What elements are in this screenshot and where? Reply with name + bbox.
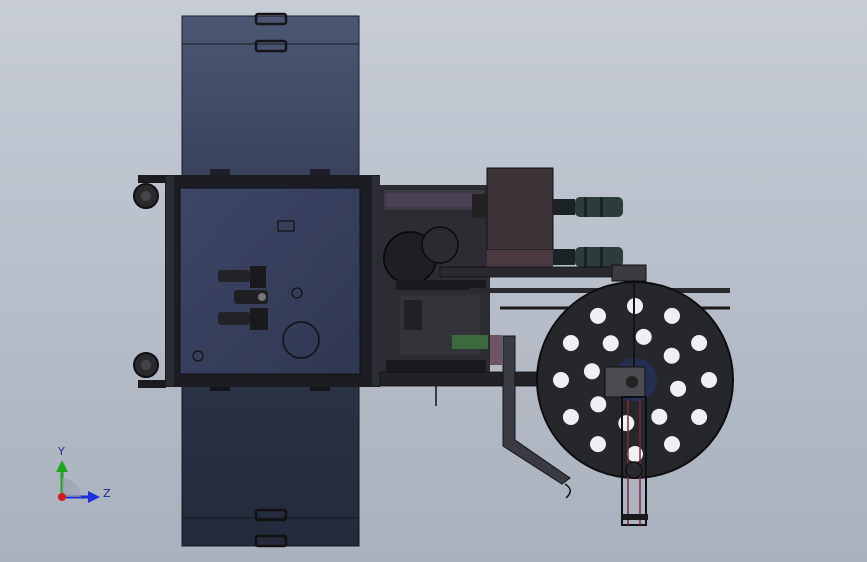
cad-viewport[interactable]: Y Z (0, 0, 867, 562)
pneumatic-cylinder-lower (553, 247, 623, 267)
disc-hole (670, 380, 687, 397)
upper-cabinet (181, 12, 360, 177)
disc-hole (664, 436, 680, 453)
disc-hole (553, 372, 569, 388)
disc-hole (590, 396, 607, 413)
axis-z-label: Z (103, 487, 111, 500)
axis-triad: Y Z (56, 445, 111, 503)
disc-hole (618, 415, 635, 432)
axis-y-label: Y (57, 445, 65, 458)
disc-hole (562, 409, 579, 425)
disc-hole (664, 307, 680, 324)
assembly-view[interactable]: Y Z (0, 0, 867, 562)
disc-hole (701, 372, 717, 388)
disc-hole (590, 307, 606, 324)
caster-wheel-bottom (133, 352, 166, 388)
disc-hole (590, 436, 606, 453)
disc-hole (691, 335, 708, 351)
main-frame (165, 175, 380, 387)
pneumatic-cylinder-upper (553, 197, 623, 217)
disc-hole (602, 335, 619, 352)
disc-hole (562, 335, 579, 351)
disc-hole (691, 409, 708, 425)
disc-hole (663, 347, 680, 364)
lower-cabinet (181, 384, 360, 548)
disc-hole (651, 408, 668, 425)
disc-hole (583, 363, 600, 380)
caster-wheel-top (133, 175, 166, 209)
disc-hole (635, 328, 652, 345)
